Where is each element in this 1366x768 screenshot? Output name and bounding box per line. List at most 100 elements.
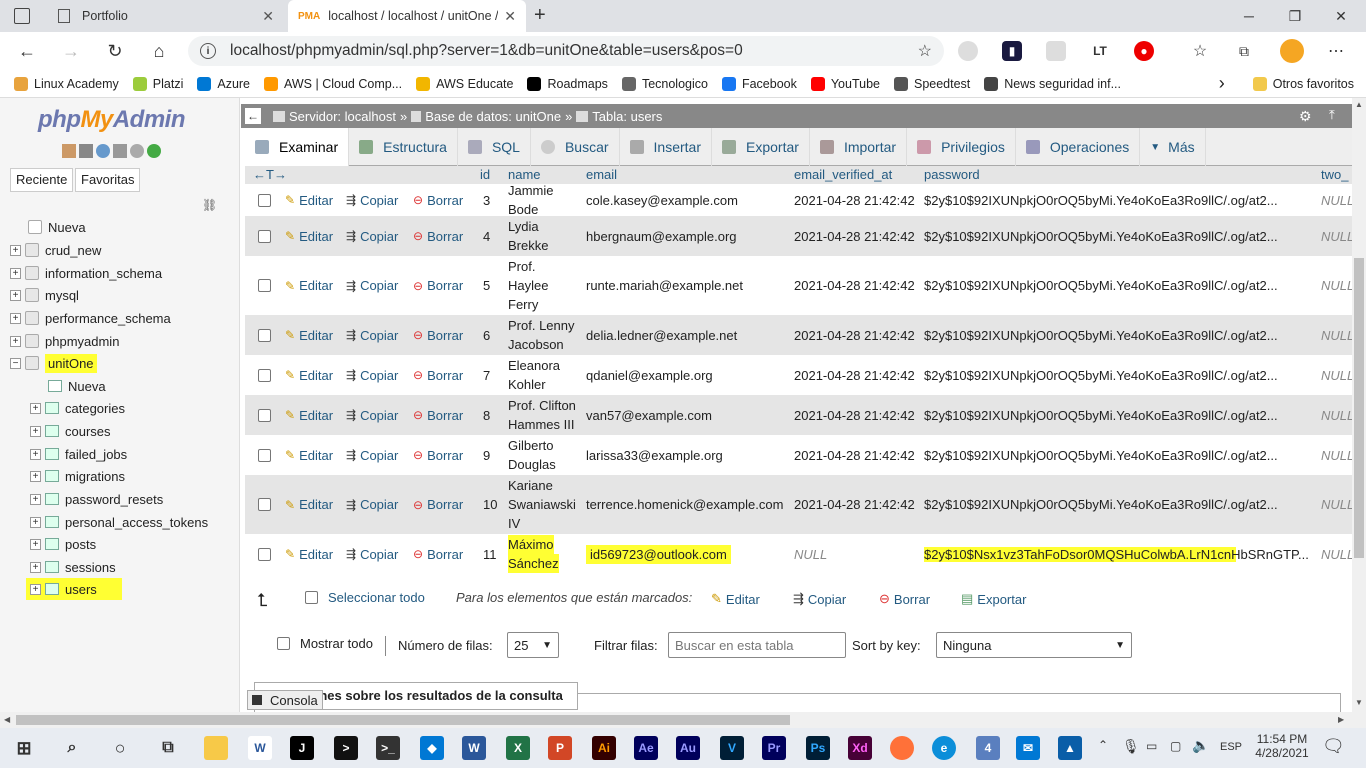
row-copy-button[interactable]: ⇶ Copiar: [346, 534, 398, 574]
row-delete-button[interactable]: ⊖ Borrar: [413, 355, 463, 395]
col-email[interactable]: email: [586, 167, 617, 182]
row-edit-button[interactable]: ✎ Editar: [285, 534, 333, 574]
select-all[interactable]: Seleccionar todo: [305, 590, 425, 605]
row-delete-button[interactable]: ⊖ Borrar: [413, 184, 463, 216]
cell-name[interactable]: Jammie Bode: [508, 183, 554, 217]
tree-new-table[interactable]: Nueva: [48, 375, 106, 397]
tree-table-password_resets[interactable]: + password_resets: [30, 488, 163, 510]
home-icon[interactable]: [62, 144, 76, 158]
filter-input[interactable]: Buscar en esta tabla: [668, 632, 846, 658]
cell-two[interactable]: NULL: [1321, 256, 1354, 315]
collections-icon[interactable]: ⧉: [1234, 41, 1254, 61]
jetbrains-icon[interactable]: J: [290, 736, 314, 760]
photos-icon[interactable]: ▲: [1058, 736, 1082, 760]
cell-name[interactable]: Prof. Clifton Hammes III: [508, 395, 576, 435]
new-tab-button[interactable]: +: [534, 4, 546, 27]
cell-email-verified[interactable]: 2021-04-28 21:42:42: [794, 435, 915, 475]
row-copy-button[interactable]: ⇶ Copiar: [346, 184, 398, 216]
network-icon[interactable]: ▢: [1170, 739, 1181, 753]
tab-search[interactable]: Buscar: [531, 128, 620, 166]
audition-icon[interactable]: Au: [676, 736, 700, 760]
reload-button[interactable]: ↻: [102, 38, 128, 64]
row-copy-button[interactable]: ⇶ Copiar: [346, 315, 398, 355]
row-edit-button[interactable]: ✎ Editar: [285, 435, 333, 475]
cell-name[interactable]: Prof. Haylee Ferry: [508, 256, 548, 315]
tree-db-phpmyadmin[interactable]: + phpmyadmin: [10, 330, 119, 352]
col-two[interactable]: two_: [1321, 167, 1348, 182]
row-delete-button[interactable]: ⊖ Borrar: [413, 256, 463, 315]
tray-chevron-icon[interactable]: ⌃: [1098, 738, 1108, 752]
row-copy-button[interactable]: ⇶ Copiar: [346, 435, 398, 475]
cell-email-verified[interactable]: 2021-04-28 21:42:42: [794, 216, 915, 256]
row-copy-button[interactable]: ⇶ Copiar: [346, 395, 398, 435]
tab-structure[interactable]: Estructura: [349, 128, 458, 166]
extension-icon[interactable]: ▮: [1002, 41, 1022, 61]
start-icon[interactable]: ⊞: [12, 736, 36, 760]
tree-table-failed_jobs[interactable]: + failed_jobs: [30, 443, 127, 465]
bookmark-item[interactable]: AWS | Cloud Comp...: [264, 76, 402, 91]
bulk-export-button[interactable]: ▤ Exportar: [961, 591, 1026, 607]
help-icon[interactable]: [96, 144, 110, 158]
row-checkbox[interactable]: [258, 328, 271, 342]
cell-two[interactable]: NULL: [1321, 534, 1354, 574]
cell-email[interactable]: runte.mariah@example.net: [586, 256, 743, 315]
cell-password[interactable]: $2y$10$Nsx1vz3TahFoDsor0MQSHuColwbA.LrN1…: [924, 534, 1314, 574]
row-delete-button[interactable]: ⊖ Borrar: [413, 216, 463, 256]
link-icon[interactable]: ⛓: [202, 198, 217, 212]
cell-email-verified[interactable]: 2021-04-28 21:42:42: [794, 395, 915, 435]
settings-icon[interactable]: [130, 144, 144, 158]
bookmark-item[interactable]: Linux Academy: [14, 76, 119, 91]
tab-actions-icon[interactable]: [14, 8, 30, 24]
cell-id[interactable]: 3: [483, 184, 490, 216]
cell-email-verified[interactable]: 2021-04-28 21:42:42: [794, 355, 915, 395]
terminal-icon[interactable]: >: [334, 736, 358, 760]
explorer-icon[interactable]: [204, 736, 228, 760]
cell-two[interactable]: NULL: [1321, 395, 1354, 435]
row-checkbox[interactable]: [258, 498, 271, 511]
tab-operations[interactable]: Operaciones: [1016, 128, 1141, 166]
favorites-button[interactable]: Favoritas: [75, 168, 141, 192]
cell-password[interactable]: $2y$10$92IXUNpkjO0rOQ5byMi.Ye4oKoEa3Ro9l…: [924, 216, 1314, 256]
cmd-icon[interactable]: >_: [376, 736, 400, 760]
row-checkbox[interactable]: [258, 279, 271, 292]
task-view-icon[interactable]: ⧉: [156, 736, 180, 760]
site-info-icon[interactable]: i: [200, 43, 216, 59]
row-copy-button[interactable]: ⇶ Copiar: [346, 475, 398, 534]
app-icon[interactable]: 4: [976, 736, 1000, 760]
tree-table-posts[interactable]: + posts: [30, 533, 96, 555]
bookmark-item[interactable]: Speedtest: [893, 76, 970, 91]
powerpoint-icon[interactable]: P: [548, 736, 572, 760]
row-delete-button[interactable]: ⊖ Borrar: [413, 435, 463, 475]
logout-icon[interactable]: [79, 144, 93, 158]
rows-select[interactable]: 25 ▼: [507, 632, 559, 658]
row-delete-button[interactable]: ⊖ Borrar: [413, 395, 463, 435]
clock[interactable]: 11:54 PM 4/28/2021: [1254, 732, 1310, 760]
cell-email[interactable]: qdaniel@example.org: [586, 355, 713, 395]
cell-name[interactable]: Prof. Lenny Jacobson: [508, 315, 575, 355]
cell-id[interactable]: 9: [483, 435, 490, 475]
profile-avatar[interactable]: [1280, 39, 1304, 63]
cell-email-verified[interactable]: 2021-04-28 21:42:42: [794, 184, 915, 216]
row-delete-button[interactable]: ⊖ Borrar: [413, 475, 463, 534]
col-email-verified[interactable]: email_verified_at: [794, 167, 892, 182]
extension-icon[interactable]: [958, 41, 978, 61]
col-password[interactable]: password: [924, 167, 980, 182]
cell-two[interactable]: NULL: [1321, 315, 1354, 355]
vertical-scrollbar[interactable]: ▲ ▼: [1352, 98, 1366, 712]
favorites-icon[interactable]: ☆: [1190, 41, 1210, 61]
extension-icon[interactable]: ●: [1134, 41, 1154, 61]
show-all-checkbox[interactable]: [277, 637, 290, 650]
row-checkbox[interactable]: [258, 547, 271, 561]
collapse-top-icon[interactable]: ⤒: [1329, 107, 1335, 123]
reload-icon[interactable]: [147, 144, 161, 158]
xd-icon[interactable]: Xd: [848, 736, 872, 760]
pma-logo[interactable]: phpMyAdmin: [38, 106, 186, 134]
extension-icon[interactable]: LT: [1090, 41, 1110, 61]
cell-id[interactable]: 7: [483, 355, 490, 395]
row-checkbox[interactable]: [258, 193, 271, 207]
cell-two[interactable]: NULL: [1321, 355, 1354, 395]
cell-name[interactable]: Gilberto Douglas: [508, 435, 556, 475]
cell-password[interactable]: $2y$10$92IXUNpkjO0rOQ5byMi.Ye4oKoEa3Ro9l…: [924, 355, 1314, 395]
cell-email-verified[interactable]: 2021-04-28 21:42:42: [794, 315, 915, 355]
cell-email-verified[interactable]: 2021-04-28 21:42:42: [794, 475, 915, 534]
